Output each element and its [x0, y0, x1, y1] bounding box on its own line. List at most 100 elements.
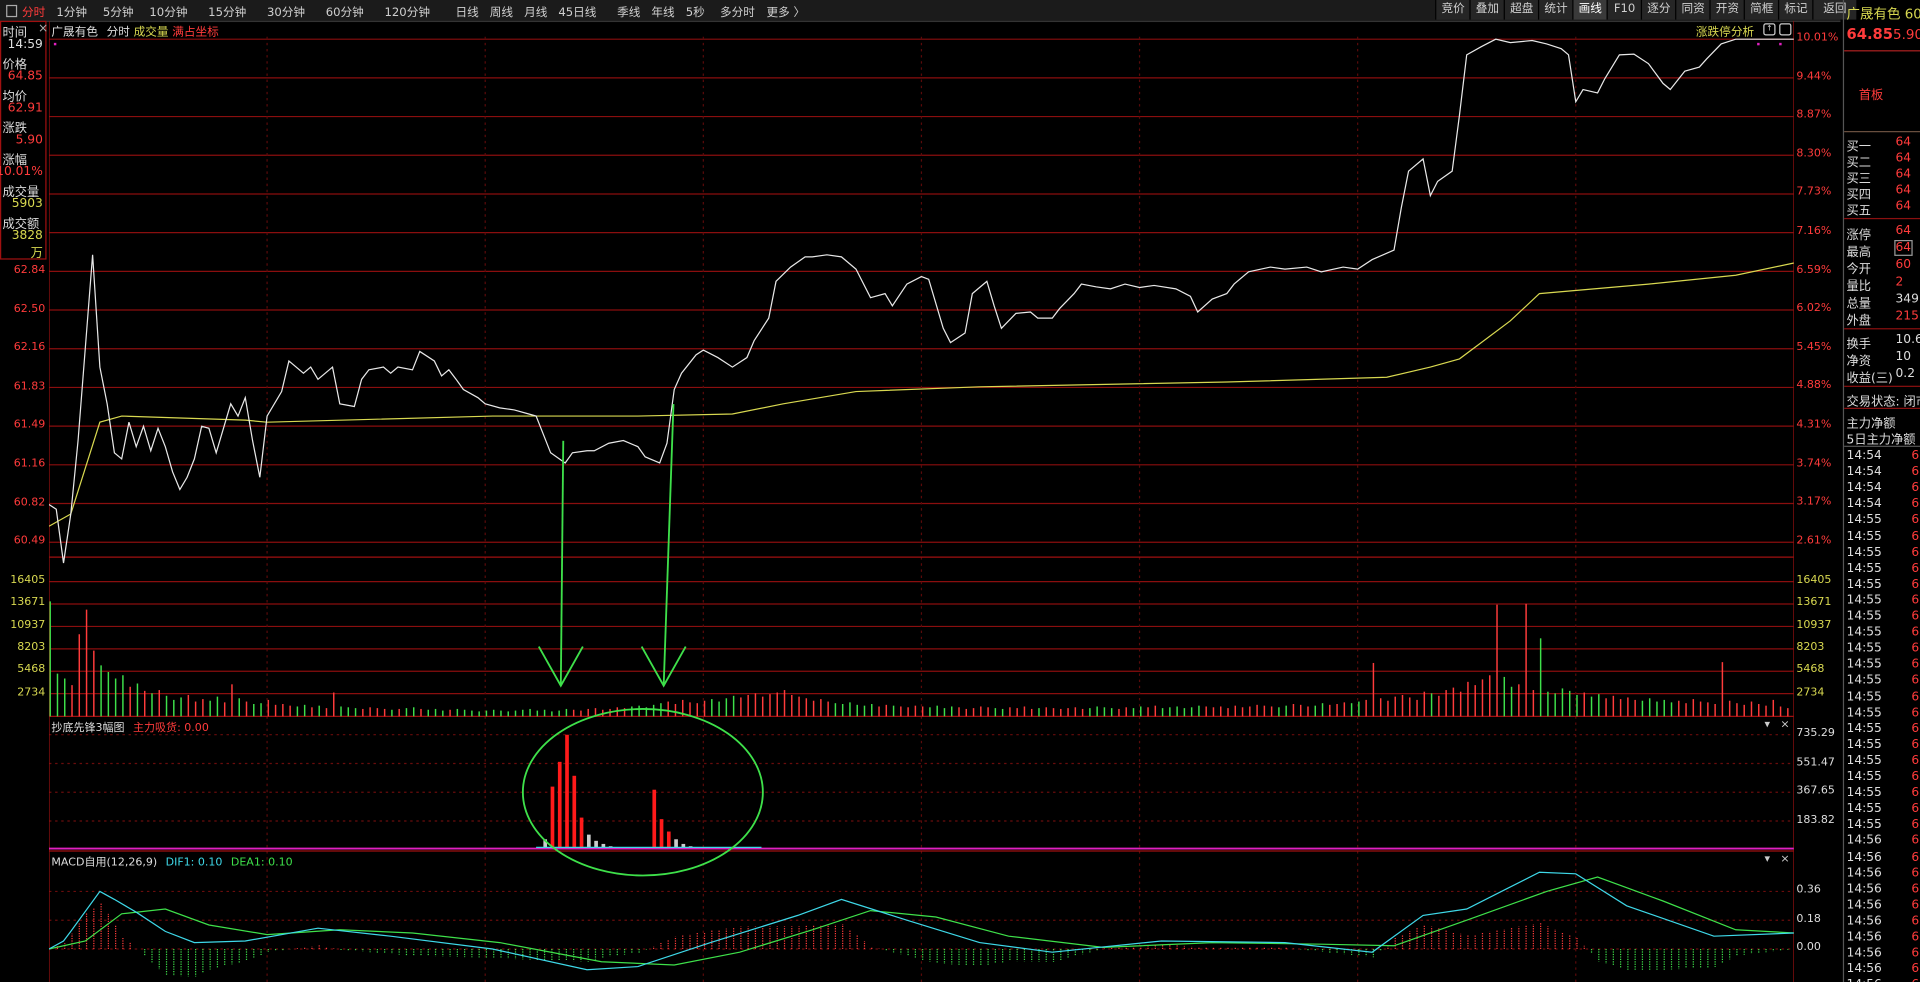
volume-axis-label: 10937 — [10, 619, 46, 632]
tick-time: 14:54 — [1846, 481, 1882, 495]
divider — [1844, 328, 1920, 330]
macd-axis-label: 0.00 — [1796, 941, 1821, 954]
quote-panel: 广晟有色 60 64.85 5.90 首板 买一64买二64买三64买四64买五… — [1842, 0, 1920, 982]
intraday-chart[interactable] — [48, 0, 1794, 982]
tick-time: 14:55 — [1846, 818, 1882, 832]
tick-price: 6 — [1911, 481, 1920, 495]
order-book-value: 64 — [1895, 199, 1912, 214]
pct-axis-label: 3.17% — [1796, 496, 1832, 509]
quote-price: 64.85 — [1846, 25, 1894, 43]
tick-price: 6 — [1911, 497, 1920, 511]
tick-time: 14:55 — [1846, 657, 1882, 672]
tick-price: 6 — [1911, 722, 1920, 736]
volume-axis-label-right: 10937 — [1796, 619, 1832, 632]
pct-axis-label: 4.31% — [1796, 418, 1832, 432]
tick-time: 14:56 — [1846, 882, 1882, 896]
price-axis-label: 60.82 — [13, 496, 46, 509]
tick-price: 6 — [1911, 802, 1920, 816]
marker-dot — [1757, 42, 1760, 46]
price-axis-label: 60.49 — [13, 535, 46, 548]
indicator1-name: 抄底先锋3幅图 — [51, 722, 125, 735]
stat2-value: 10 — [1895, 350, 1912, 364]
main-net-flow-5d[interactable]: 5日主力净额 — [1847, 429, 1916, 446]
tick-time: 14:56 — [1846, 962, 1882, 977]
sidebar-toggle-icon[interactable] — [6, 4, 18, 18]
tick-price: 6 — [1911, 946, 1920, 961]
indicator1-bar — [572, 775, 577, 849]
divider — [1844, 445, 1920, 447]
order-book-value: 64 — [1895, 135, 1912, 150]
tick-price: 6 — [1911, 818, 1920, 832]
volume-axis-label-right: 8203 — [1796, 641, 1825, 654]
volume-axis-label: 5468 — [17, 663, 46, 677]
tick-time: 14:55 — [1846, 770, 1882, 784]
stat2-label: 换手 — [1846, 337, 1872, 352]
stat-value: 64 — [1894, 240, 1913, 256]
pct-axis-label: 6.59% — [1796, 263, 1832, 277]
indicator1-bar — [550, 786, 555, 849]
macd-close-icon[interactable]: × — [1780, 853, 1789, 865]
stat2-label: 收益(三) — [1846, 372, 1893, 386]
tick-time: 14:54 — [1846, 497, 1882, 511]
price-axis-label: 62.84 — [13, 264, 46, 277]
pct-axis-label: 9.44% — [1796, 70, 1832, 83]
volume-axis-label: 16405 — [10, 574, 46, 587]
tick-time: 14:55 — [1846, 706, 1882, 720]
tick-time: 14:55 — [1846, 641, 1882, 656]
tick-time: 14:56 — [1846, 930, 1882, 945]
tick-price: 6 — [1911, 529, 1920, 544]
tick-time: 14:55 — [1846, 561, 1882, 576]
tick-price: 6 — [1911, 962, 1920, 977]
marker-dot — [1779, 42, 1782, 46]
divider — [1844, 407, 1920, 409]
tick-price: 6 — [1911, 625, 1920, 640]
tick-time: 14:56 — [1846, 914, 1882, 929]
indicator1-axis-label: 551.47 — [1796, 756, 1835, 769]
tick-time: 14:56 — [1846, 850, 1882, 864]
tick-price: 6 — [1911, 609, 1920, 624]
marker-dot — [53, 42, 57, 46]
board-tag: 首板 — [1858, 89, 1884, 103]
tick-time: 14:55 — [1846, 802, 1882, 816]
tick-time: 14:55 — [1846, 593, 1882, 608]
quote-title: 广晟有色 60 — [1846, 6, 1920, 23]
pct-axis-label: 4.88% — [1796, 380, 1832, 393]
indicator1-dropdown-icon[interactable]: ▾ — [1764, 719, 1770, 731]
pct-axis-label: 8.30% — [1796, 147, 1832, 161]
tick-time: 14:55 — [1846, 545, 1882, 560]
price-axis-label: 61.49 — [13, 419, 46, 432]
stat-value: 2 — [1895, 275, 1904, 289]
indicator1-close-icon[interactable]: × — [1780, 719, 1789, 731]
macd-name: MACD自用(12,26,9) — [51, 857, 158, 870]
stat-value: 349 — [1895, 292, 1919, 307]
indicator1-value: 主力吸货: 0.00 — [132, 722, 209, 735]
pct-axis-label: 7.16% — [1796, 225, 1832, 238]
stat-label: 最高 — [1846, 246, 1872, 260]
indicator1-bar — [565, 734, 569, 849]
tick-price: 6 — [1911, 770, 1920, 784]
tick-price: 6 — [1911, 577, 1920, 592]
macd-axis-label: 0.18 — [1796, 912, 1821, 926]
order-book-value: 64 — [1895, 151, 1912, 166]
macd-dropdown-icon[interactable]: ▾ — [1764, 853, 1770, 865]
macd-dea-value: DEA1: 0.10 — [230, 857, 293, 870]
pct-axis-label: 8.87% — [1796, 109, 1832, 122]
annotation-arrow-shaft — [662, 404, 675, 686]
change-value: 5.90 — [15, 133, 43, 147]
stat-label: 涨停 — [1846, 228, 1872, 243]
close-icon[interactable]: × — [38, 22, 48, 35]
average-price-line — [48, 262, 1794, 527]
macd-axis-label: 0.36 — [1796, 884, 1821, 897]
time-value: 14:59 — [7, 37, 43, 52]
amount-value: 3828万 — [11, 228, 43, 261]
tick-price: 6 — [1911, 641, 1920, 656]
stat-value: 215 — [1895, 309, 1919, 324]
tick-price: 6 — [1911, 866, 1920, 880]
tick-time: 14:54 — [1846, 449, 1882, 463]
pct-axis-label: 10.01% — [1796, 31, 1839, 45]
period-tab-0[interactable]: 分时 — [22, 2, 45, 19]
tick-time: 14:55 — [1846, 754, 1882, 768]
stat-value: 60 — [1895, 258, 1912, 272]
tick-price: 6 — [1911, 706, 1920, 720]
tick-time: 14:55 — [1846, 690, 1882, 704]
